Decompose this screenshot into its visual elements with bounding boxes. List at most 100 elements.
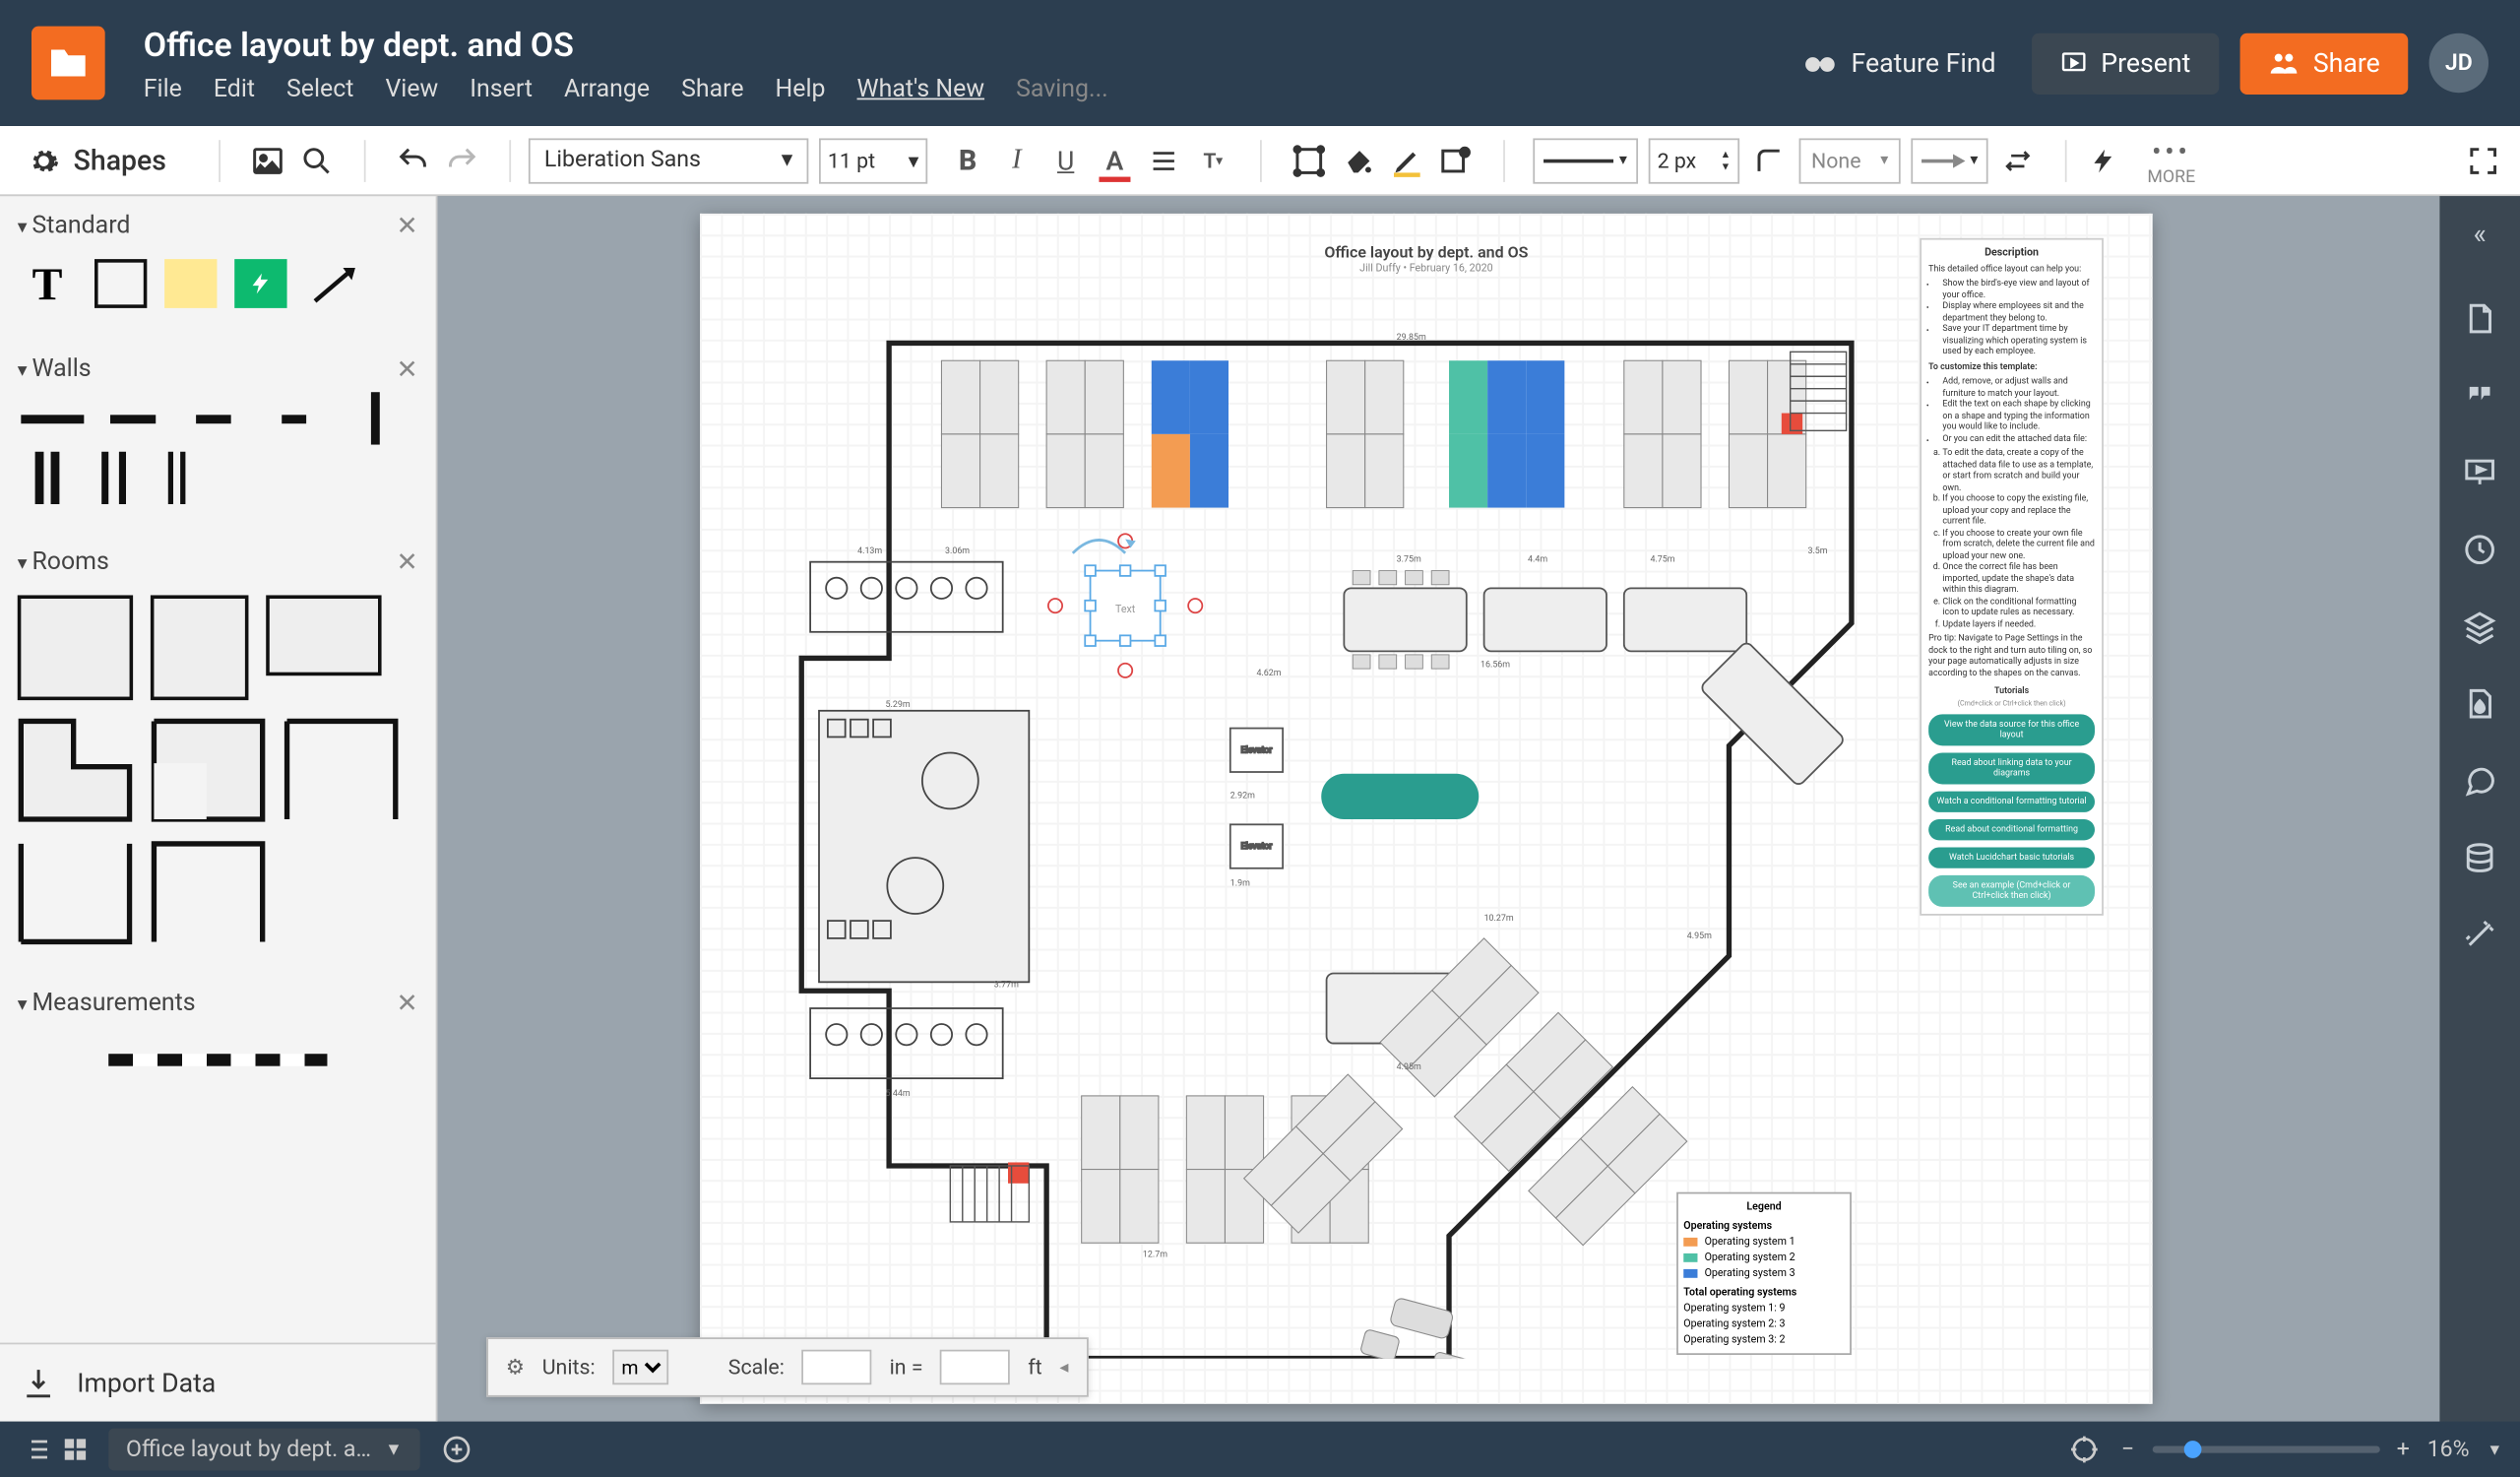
scale-in-input[interactable] — [802, 1350, 872, 1385]
zoom-slider[interactable] — [2152, 1445, 2379, 1452]
page[interactable]: Office layout by dept. and OS Jill Duffy… — [700, 214, 2153, 1404]
collapse-dock-button[interactable]: « — [2473, 217, 2486, 250]
menu-edit[interactable]: Edit — [214, 75, 255, 102]
lightning-button[interactable] — [2084, 141, 2122, 179]
fill-button[interactable] — [1339, 141, 1377, 179]
floorplan[interactable]: Text — [749, 326, 1904, 1359]
room-shape[interactable] — [18, 595, 133, 700]
app-logo[interactable] — [32, 27, 105, 100]
import-data-button[interactable]: Import Data — [0, 1343, 436, 1422]
line-style-select[interactable]: ▾ — [1533, 138, 1638, 183]
present-button[interactable]: Present — [2031, 32, 2219, 94]
room-shape[interactable] — [266, 595, 381, 675]
room-shape[interactable] — [18, 840, 133, 945]
start-arrow-select[interactable]: None▾ — [1799, 138, 1901, 183]
wall-shape[interactable] — [168, 452, 186, 504]
stroke-width-input[interactable]: 2 px▲▼ — [1649, 138, 1739, 183]
tutorial-link[interactable]: Watch a conditional formatting tutorial — [1928, 792, 2095, 812]
tutorial-link[interactable]: Read about conditional formatting — [1928, 819, 2095, 840]
zoom-level[interactable]: 16% — [2427, 1437, 2470, 1463]
comments-button[interactable] — [2461, 376, 2499, 415]
text-size-button[interactable]: T▾ — [1193, 141, 1231, 179]
menu-view[interactable]: View — [385, 75, 438, 102]
shapes-toggle[interactable]: Shapes — [28, 144, 190, 177]
arrow-shape[interactable] — [304, 259, 363, 311]
wall-shape[interactable] — [178, 403, 248, 434]
border-color-button[interactable] — [1388, 141, 1426, 179]
swap-arrows-button[interactable] — [1998, 141, 2037, 179]
rect-shape[interactable] — [94, 259, 147, 308]
feature-find-button[interactable]: Feature Find — [1802, 45, 1996, 81]
history-button[interactable] — [2461, 531, 2499, 569]
menu-share[interactable]: Share — [681, 75, 743, 102]
fullscreen-button[interactable] — [2464, 141, 2502, 179]
section-standard[interactable]: Standard — [18, 212, 131, 239]
description-panel[interactable]: Description This detailed office layout … — [1920, 238, 2104, 916]
units-select[interactable]: m — [612, 1350, 668, 1385]
present-panel-button[interactable] — [2461, 453, 2499, 491]
tutorial-link[interactable]: View the data source for this office lay… — [1928, 714, 2095, 745]
zoom-in-button[interactable]: + — [2397, 1437, 2410, 1463]
wall-shape[interactable] — [340, 403, 410, 434]
align-button[interactable] — [1145, 141, 1183, 179]
layers-button[interactable] — [2461, 608, 2499, 646]
room-shape[interactable] — [151, 718, 266, 823]
share-button[interactable]: Share — [2239, 32, 2408, 94]
ruler-shape[interactable] — [108, 1054, 327, 1065]
font-select[interactable]: Liberation Sans▾ — [529, 138, 808, 183]
document-title[interactable]: Office layout by dept. and OS — [144, 24, 1108, 64]
image-button[interactable] — [248, 141, 286, 179]
text-shape[interactable]: T — [18, 259, 77, 311]
menu-insert[interactable]: Insert — [470, 75, 533, 102]
close-icon[interactable]: ✕ — [397, 988, 418, 1019]
zoom-fit-button[interactable] — [2065, 1430, 2104, 1468]
underline-button[interactable]: U — [1046, 141, 1085, 179]
user-avatar[interactable]: JD — [2429, 33, 2488, 93]
redo-button[interactable] — [443, 141, 481, 179]
room-shape[interactable] — [284, 718, 399, 823]
more-button[interactable]: ••• MORE — [2147, 134, 2195, 186]
scale-ft-input[interactable] — [940, 1350, 1010, 1385]
menu-help[interactable]: Help — [776, 75, 826, 102]
list-view-button[interactable] — [18, 1430, 56, 1468]
grid-view-button[interactable] — [56, 1430, 94, 1468]
menu-arrange[interactable]: Arrange — [564, 75, 650, 102]
theme-button[interactable] — [2461, 684, 2499, 723]
page-settings-button[interactable] — [2461, 299, 2499, 338]
sticky-note-shape[interactable] — [164, 259, 217, 308]
tutorial-link[interactable]: Read about linking data to your diagrams — [1928, 752, 2095, 784]
close-icon[interactable]: ✕ — [397, 546, 418, 578]
wall-shape[interactable] — [35, 452, 60, 504]
wall-shape[interactable] — [259, 403, 329, 434]
tutorial-link[interactable]: See an example (Cmd+click or Ctrl+click … — [1928, 875, 2095, 907]
bolt-shape[interactable] — [234, 259, 286, 308]
data-button[interactable] — [2461, 839, 2499, 877]
end-arrow-select[interactable]: ▾ — [1911, 138, 1987, 183]
undo-button[interactable] — [394, 141, 432, 179]
section-measurements[interactable]: Measurements — [18, 989, 196, 1016]
add-page-button[interactable] — [437, 1430, 475, 1468]
chat-button[interactable] — [2461, 761, 2499, 800]
scale-toolbar[interactable]: ⚙ Units: m Scale: in = ft ◂ — [486, 1337, 1088, 1396]
zoom-out-button[interactable]: − — [2121, 1437, 2134, 1463]
close-icon[interactable]: ✕ — [397, 353, 418, 385]
fit-button[interactable] — [1290, 141, 1328, 179]
italic-button[interactable]: I — [997, 141, 1036, 179]
bold-button[interactable]: B — [949, 141, 987, 179]
section-rooms[interactable]: Rooms — [18, 547, 109, 575]
line-shape-button[interactable] — [1750, 141, 1789, 179]
menu-select[interactable]: Select — [286, 75, 353, 102]
room-shape[interactable] — [18, 718, 133, 823]
room-shape[interactable] — [151, 595, 249, 700]
canvas[interactable]: Office layout by dept. and OS Jill Duffy… — [437, 196, 2439, 1421]
gear-icon[interactable]: ⚙ — [506, 1355, 525, 1380]
wall-shape[interactable] — [98, 403, 168, 434]
wall-shape[interactable] — [18, 403, 88, 434]
close-icon[interactable]: ✕ — [397, 210, 418, 241]
section-walls[interactable]: Walls — [18, 355, 92, 383]
font-size-select[interactable]: 11 pt▾ — [819, 138, 927, 183]
wall-shape[interactable] — [101, 452, 126, 504]
room-shape[interactable] — [151, 840, 266, 945]
menu-file[interactable]: File — [144, 75, 182, 102]
page-tab[interactable]: Office layout by dept. a… ▼ — [108, 1429, 419, 1471]
